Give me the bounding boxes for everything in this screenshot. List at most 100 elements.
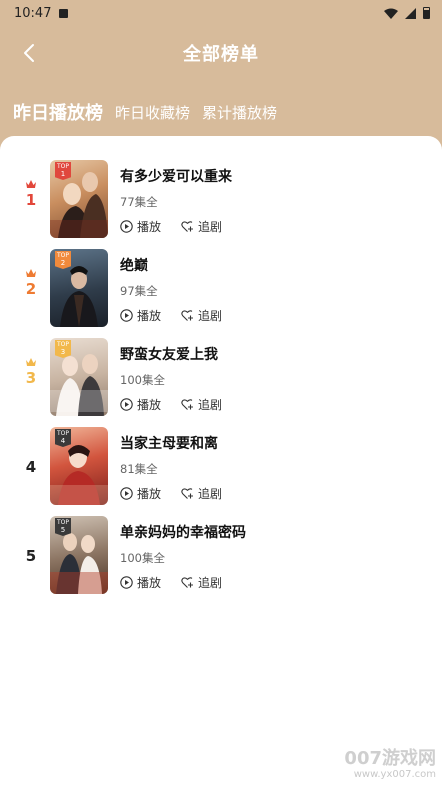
header: 全部榜单	[0, 26, 442, 80]
badge-top-label: TOP	[56, 341, 69, 348]
crown-icon	[26, 180, 36, 188]
play-label: 播放	[137, 309, 162, 323]
drama-info: 绝巅 97集全 播放 追剧	[120, 249, 432, 327]
follow-label: 追剧	[198, 576, 223, 590]
heart-plus-icon	[181, 310, 194, 321]
follow-button[interactable]: 追剧	[181, 218, 222, 235]
badge-top-label: TOP	[56, 430, 69, 437]
battery-icon	[423, 7, 430, 19]
badge-top-label: TOP	[56, 163, 69, 170]
drama-cover[interactable]: TOP 4	[50, 427, 108, 505]
rank-number: 4	[25, 458, 37, 476]
play-button[interactable]: 播放	[120, 218, 161, 235]
tab-yesterday-favorite[interactable]: 昨日收藏榜	[115, 102, 190, 132]
play-button[interactable]: 播放	[120, 485, 161, 502]
play-icon	[120, 487, 133, 500]
drama-info: 单亲妈妈的幸福密码 100集全 播放 追剧	[120, 516, 432, 594]
item-actions: 播放 追剧	[120, 485, 222, 502]
top-badge: TOP 1	[55, 162, 71, 180]
drama-cover[interactable]: TOP 3	[50, 338, 108, 416]
ranking-list: 1 TOP 1 有多少爱可以重来 77集全 播放 追剧 2 TOP 2 绝巅 9…	[0, 136, 442, 785]
follow-button[interactable]: 追剧	[181, 307, 222, 324]
episode-count: 77集全	[120, 195, 158, 209]
status-bar: 10:47	[0, 0, 442, 26]
crown-icon	[26, 358, 36, 366]
crown-icon	[26, 269, 36, 277]
follow-button[interactable]: 追剧	[181, 574, 222, 591]
list-item[interactable]: 2 TOP 2 绝巅 97集全 播放 追剧	[0, 249, 442, 327]
chevron-left-icon	[24, 44, 34, 62]
item-actions: 播放 追剧	[120, 307, 222, 324]
follow-label: 追剧	[198, 487, 223, 501]
drama-cover[interactable]: TOP 1	[50, 160, 108, 238]
page-title: 全部榜单	[183, 44, 259, 65]
list-item[interactable]: 4 TOP 4 当家主母要和离 81集全 播放 追剧	[0, 427, 442, 505]
list-item[interactable]: 1 TOP 1 有多少爱可以重来 77集全 播放 追剧	[0, 160, 442, 238]
play-button[interactable]: 播放	[120, 396, 161, 413]
play-button[interactable]: 播放	[120, 574, 161, 591]
status-right	[384, 7, 430, 19]
drama-title[interactable]: 有多少爱可以重来	[120, 166, 232, 186]
rank-number: 1	[25, 191, 37, 209]
follow-label: 追剧	[198, 309, 223, 323]
badge-top-label: TOP	[56, 252, 69, 259]
rank-number: 3	[25, 369, 37, 387]
rank-number: 2	[25, 280, 37, 298]
watermark-url: www.yx007.com	[353, 769, 436, 780]
drama-cover[interactable]: TOP 5	[50, 516, 108, 594]
top-badge: TOP 2	[55, 251, 71, 269]
heart-plus-icon	[181, 399, 194, 410]
drama-title[interactable]: 当家主母要和离	[120, 433, 218, 453]
notification-icon	[59, 8, 69, 18]
badge-number: 4	[60, 437, 66, 445]
badge-number: 2	[60, 259, 66, 267]
episode-count: 97集全	[120, 284, 158, 298]
episode-count: 100集全	[120, 551, 165, 565]
play-label: 播放	[137, 576, 162, 590]
play-button[interactable]: 播放	[120, 307, 161, 324]
rank-indicator: 2	[18, 269, 44, 298]
tab-total-play[interactable]: 累计播放榜	[202, 102, 277, 132]
drama-info: 野蛮女友爱上我 100集全 播放 追剧	[120, 338, 432, 416]
badge-top-label: TOP	[56, 519, 69, 526]
follow-button[interactable]: 追剧	[181, 396, 222, 413]
follow-label: 追剧	[198, 398, 223, 412]
heart-plus-icon	[181, 221, 194, 232]
drama-title[interactable]: 野蛮女友爱上我	[120, 344, 218, 364]
badge-number: 1	[60, 170, 66, 178]
back-button[interactable]	[14, 38, 44, 68]
heart-plus-icon	[181, 488, 194, 499]
play-label: 播放	[137, 220, 162, 234]
status-time: 10:47	[14, 5, 52, 21]
drama-title[interactable]: 绝巅	[120, 255, 148, 275]
item-actions: 播放 追剧	[120, 574, 222, 591]
rank-number: 5	[25, 547, 37, 565]
item-actions: 播放 追剧	[120, 396, 222, 413]
wifi-icon	[384, 8, 398, 19]
signal-icon	[405, 7, 416, 19]
episode-count: 100集全	[120, 373, 165, 387]
play-label: 播放	[137, 398, 162, 412]
follow-button[interactable]: 追剧	[181, 485, 222, 502]
list-item[interactable]: 3 TOP 3 野蛮女友爱上我 100集全 播放 追剧	[0, 338, 442, 416]
list-item[interactable]: 5 TOP 5 单亲妈妈的幸福密码 100集全 播放 追剧	[0, 516, 442, 594]
ranking-tabs: 昨日播放榜 昨日收藏榜 累计播放榜	[0, 92, 442, 132]
rank-indicator: 3	[18, 358, 44, 387]
watermark-brand: 007游戏网	[344, 748, 436, 769]
badge-number: 5	[60, 526, 66, 534]
drama-info: 有多少爱可以重来 77集全 播放 追剧	[120, 160, 432, 238]
tab-yesterday-play[interactable]: 昨日播放榜	[13, 99, 103, 132]
rank-indicator: 1	[18, 180, 44, 209]
episode-count: 81集全	[120, 462, 158, 476]
drama-title[interactable]: 单亲妈妈的幸福密码	[120, 522, 246, 542]
play-icon	[120, 309, 133, 322]
status-left: 10:47	[14, 5, 69, 21]
play-icon	[120, 576, 133, 589]
top-badge: TOP 3	[55, 340, 71, 358]
drama-info: 当家主母要和离 81集全 播放 追剧	[120, 427, 432, 505]
heart-plus-icon	[181, 577, 194, 588]
rank-indicator: 4	[18, 447, 44, 476]
top-badge: TOP 4	[55, 429, 71, 447]
top-badge: TOP 5	[55, 518, 71, 536]
drama-cover[interactable]: TOP 2	[50, 249, 108, 327]
